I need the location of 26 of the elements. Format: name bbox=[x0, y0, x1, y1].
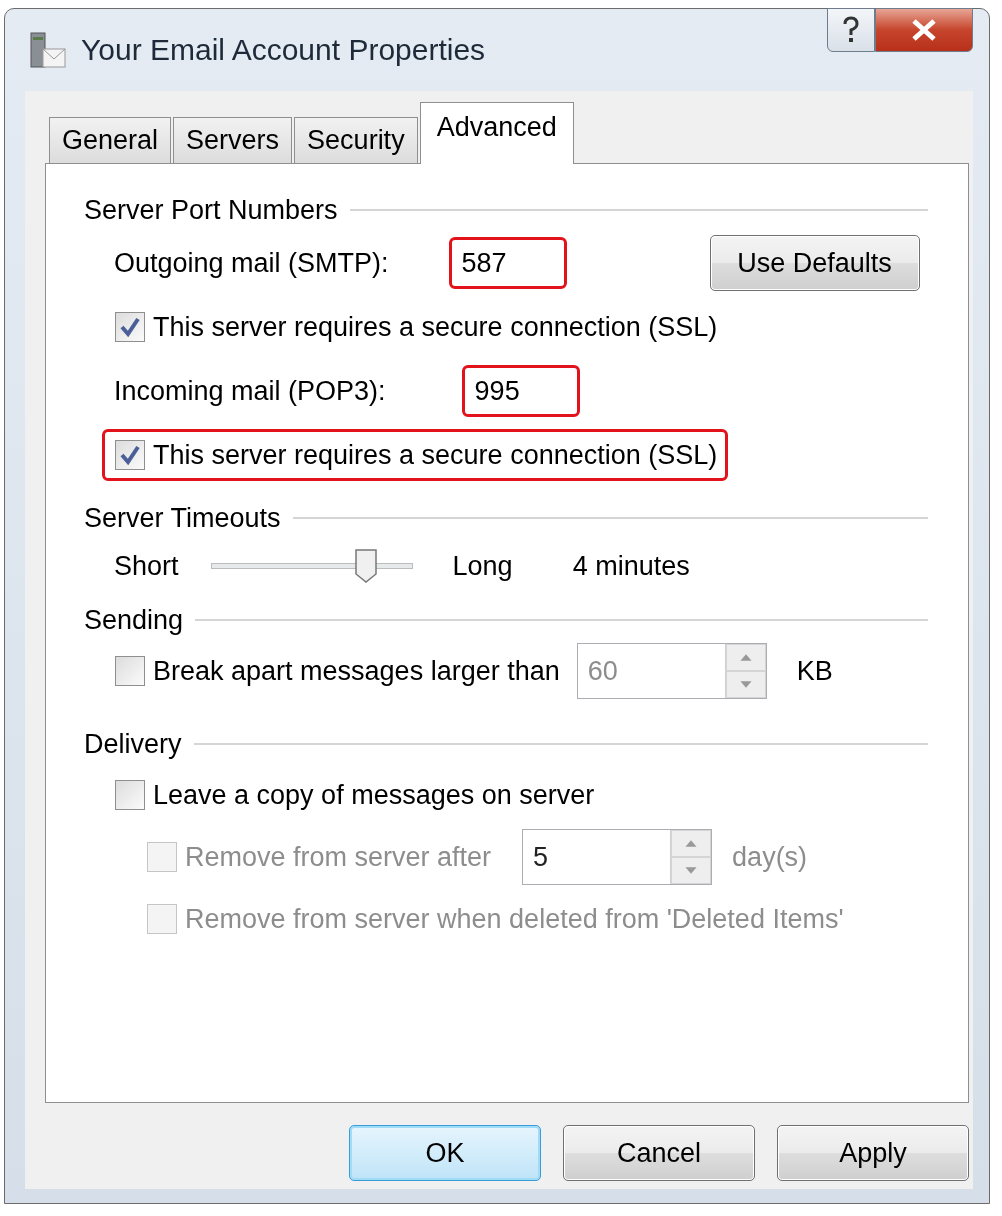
dialog-button[interactable]: Cancel bbox=[563, 1125, 755, 1181]
port-field[interactable]: 995 bbox=[461, 365, 580, 417]
checkbox-label[interactable]: This server requires a secure connection (SSL) bbox=[153, 311, 718, 343]
section-title: Delivery bbox=[84, 728, 182, 760]
field-label: Outgoing mail (SMTP): bbox=[114, 247, 389, 279]
slider-max-label: Long bbox=[452, 550, 513, 582]
timeout-value: 4 minutes bbox=[572, 550, 690, 582]
unit-label: day(s) bbox=[732, 841, 808, 873]
tab[interactable]: General bbox=[49, 117, 172, 163]
section-title: Sending bbox=[84, 604, 184, 636]
tab[interactable]: Security bbox=[294, 117, 418, 163]
section-title: Server Timeouts bbox=[84, 502, 281, 534]
checkbox-label[interactable]: This server requires a secure connection (SSL) bbox=[153, 439, 718, 471]
checkbox-label[interactable]: Break apart messages larger than bbox=[153, 655, 560, 687]
tab[interactable]: Servers bbox=[173, 117, 293, 163]
unit-label: KB bbox=[796, 655, 833, 687]
window-title: Your Email Account Properties bbox=[81, 33, 486, 67]
port-field[interactable]: 587 bbox=[448, 237, 567, 289]
checkbox-label[interactable]: Leave a copy of messages on server bbox=[153, 779, 595, 811]
field-label: Incoming mail (POP3): bbox=[114, 375, 386, 407]
dialog-button[interactable]: OK bbox=[349, 1125, 541, 1181]
tab[interactable]: Advanced bbox=[419, 102, 574, 164]
use-defaults-button[interactable]: Use Defaults bbox=[709, 235, 920, 291]
dialog-button[interactable]: Apply bbox=[777, 1125, 969, 1181]
section-title: Server Port Numbers bbox=[84, 194, 338, 226]
slider-min-label: Short bbox=[114, 550, 179, 582]
